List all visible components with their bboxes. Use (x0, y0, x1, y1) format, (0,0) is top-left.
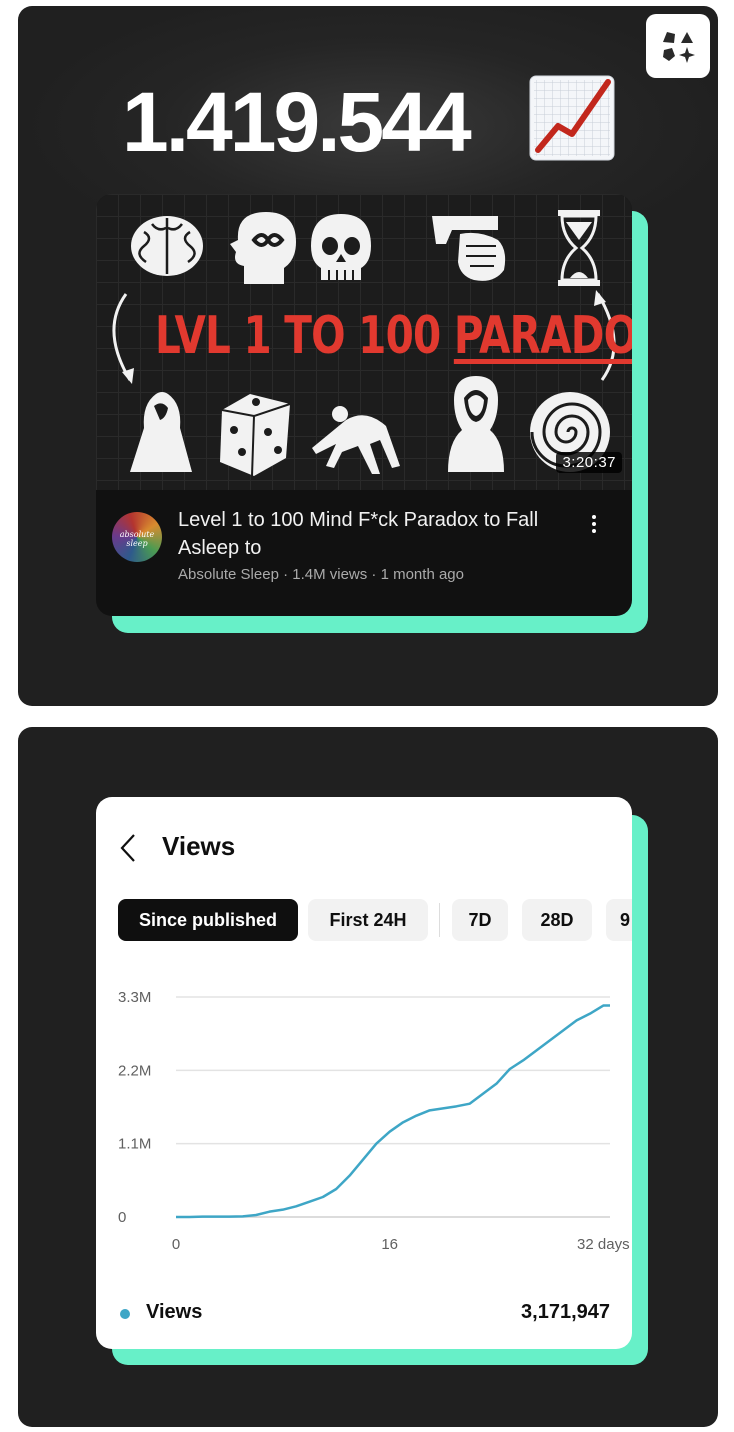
hourglass-icon (558, 210, 600, 286)
x-tick-label: 16 (381, 1236, 398, 1253)
channel-avatar[interactable]: absolute sleep (112, 512, 162, 562)
video-title[interactable]: Level 1 to 100 Mind F*ck Paradox to Fall… (178, 506, 558, 562)
video-stats-panel: 1.419.544 LVL 1 TO 100 PARAD 3:20:37 abs… (18, 6, 718, 706)
video-card[interactable]: LVL 1 TO 100 PARADOX 3:20:37 absolute sl… (96, 194, 632, 616)
shapes-icon-button[interactable] (646, 14, 710, 78)
analytics-panel: Views Since published First 24H 7D 28D 9… (18, 727, 718, 1427)
brain-icon (131, 216, 203, 276)
dice-icon (220, 394, 291, 477)
crawling-figure-icon (312, 406, 400, 474)
video-thumbnail[interactable]: LVL 1 TO 100 PARADOX 3:20:37 (96, 194, 632, 490)
page-title: Views (162, 831, 236, 861)
mona-lisa-icon (448, 376, 504, 472)
y-tick-label: 3.3M (118, 989, 151, 1006)
views-analytics-card: Views Since published First 24H 7D 28D 9… (96, 797, 632, 1349)
hooded-figure-icon (130, 392, 192, 472)
thumbnail-title: LVL 1 TO 100 PARADOX (154, 306, 632, 366)
more-options-icon[interactable] (584, 512, 604, 542)
shapes-icon (663, 32, 695, 63)
video-duration-badge: 3:20:37 (556, 452, 622, 473)
y-tick-label: 1.1M (118, 1136, 151, 1153)
chip-7d[interactable]: 7D (452, 899, 508, 941)
y-tick-label: 0 (118, 1209, 126, 1226)
x-tick-label: 32 days (577, 1236, 630, 1253)
views-series-line (176, 1004, 610, 1219)
back-chevron-icon[interactable] (118, 833, 138, 863)
video-meta: Absolute Sleep · 1.4M views · 1 month ag… (178, 566, 464, 583)
y-tick-label: 2.2M (118, 1062, 151, 1079)
chip-first-24h[interactable]: First 24H (308, 899, 428, 941)
chip-28d[interactable]: 28D (522, 899, 592, 941)
chip-since-published[interactable]: Since published (118, 899, 298, 941)
view-count-headline: 1.419.544 (122, 75, 472, 169)
views-line-chart: 0 1.1M 2.2M 3.3M 0 16 32 days (118, 989, 630, 1253)
chart-increasing-icon (529, 75, 615, 161)
legend-label: Views (146, 1301, 203, 1323)
views-total: 3,171,947 (521, 1301, 610, 1323)
infinity-head-icon (230, 212, 296, 284)
chip-partial[interactable]: 9 (606, 899, 632, 941)
x-tick-label: 0 (172, 1236, 180, 1253)
gun-icon (432, 216, 506, 281)
legend-dot (120, 1309, 130, 1319)
chip-divider (439, 903, 440, 937)
skull-icon (311, 214, 371, 280)
